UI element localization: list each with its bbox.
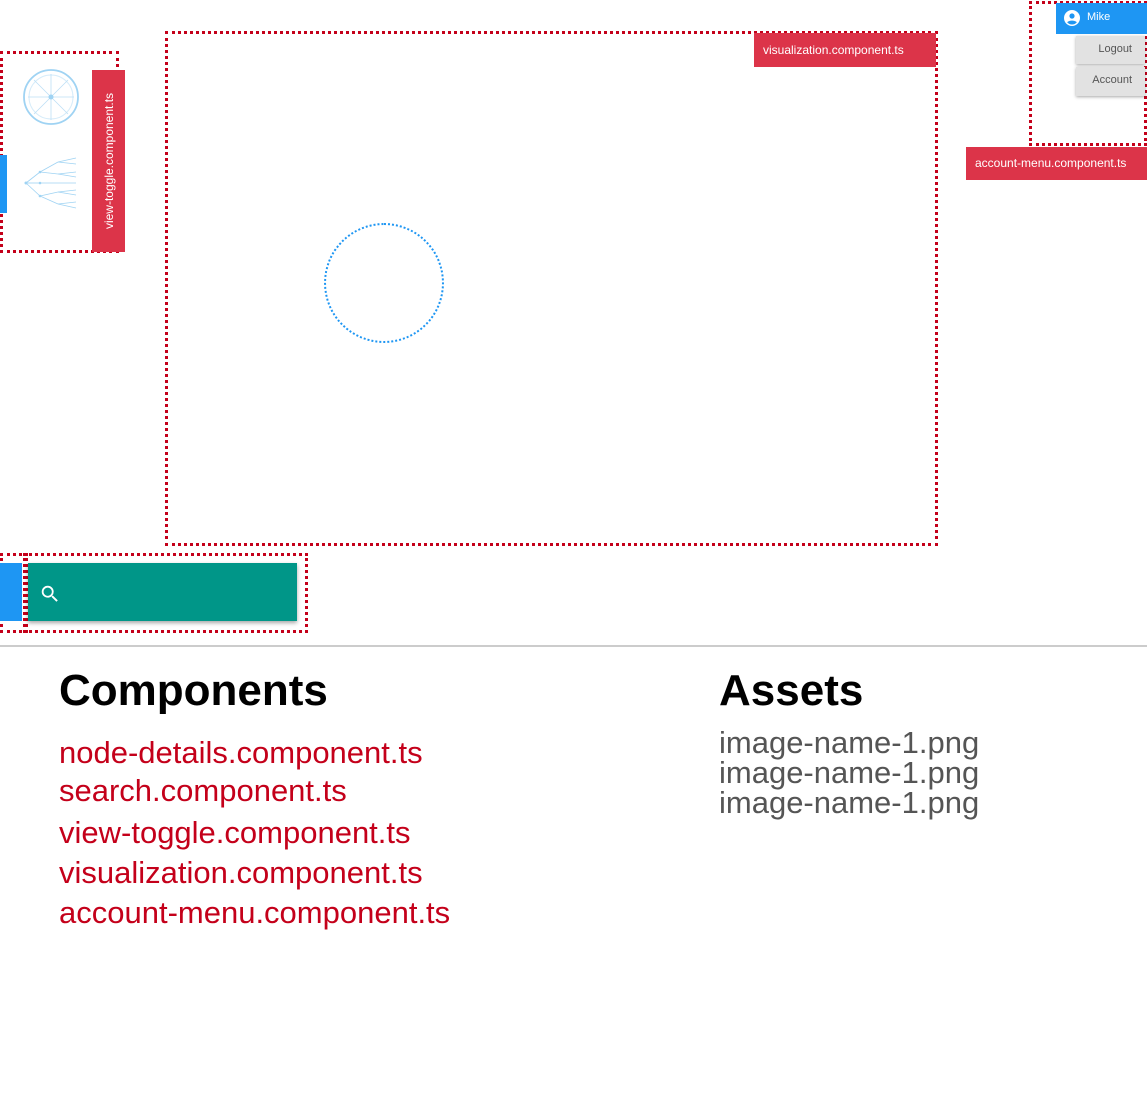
view-toggle-annotation-tag: view-toggle.component.ts xyxy=(92,70,125,252)
search-bar[interactable] xyxy=(28,563,297,621)
account-menu-button[interactable]: Mike xyxy=(1056,3,1147,34)
component-link-account-menu[interactable]: account-menu.component.ts xyxy=(59,895,450,931)
assets-heading: Assets xyxy=(719,666,864,715)
asset-item: image-name-1.png xyxy=(719,785,980,820)
user-name: Mike xyxy=(1087,11,1111,23)
account-circle-icon xyxy=(1064,10,1080,26)
horizontal-tree-icon[interactable] xyxy=(20,152,82,214)
account-button[interactable]: Account xyxy=(1076,67,1145,96)
visualization-annotation-tag: visualization.component.ts xyxy=(754,33,936,67)
radial-tree-icon[interactable] xyxy=(20,66,82,128)
visualization-placeholder-circle xyxy=(324,223,444,343)
component-link-visualization[interactable]: visualization.component.ts xyxy=(59,855,423,891)
logout-button[interactable]: Logout xyxy=(1076,36,1145,64)
visualization-region xyxy=(165,31,938,546)
view-toggle-tag-label: view-toggle.component.ts xyxy=(101,92,116,230)
section-divider xyxy=(0,645,1147,647)
component-link-view-toggle[interactable]: view-toggle.component.ts xyxy=(59,815,411,851)
account-menu-annotation-tag: account-menu.component.ts xyxy=(966,147,1147,180)
search-icon[interactable] xyxy=(39,583,61,605)
component-link-search[interactable]: search.component.ts xyxy=(59,773,347,809)
components-heading: Components xyxy=(59,666,328,715)
node-details-drawer-tab[interactable] xyxy=(0,563,22,621)
component-link-node-details[interactable]: node-details.component.ts xyxy=(59,735,423,771)
view-toggle-drawer-tab[interactable] xyxy=(0,155,7,213)
